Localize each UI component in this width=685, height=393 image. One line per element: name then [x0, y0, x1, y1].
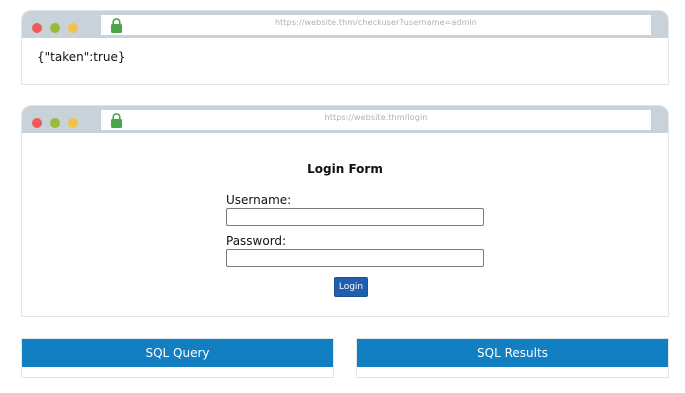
- address-url[interactable]: https://website.thm/checkuser?username=a…: [101, 18, 651, 27]
- minimize-dot-icon[interactable]: [50, 118, 60, 128]
- sql-results-panel: SQL Results: [356, 338, 669, 378]
- browser-title-bar: https://website.thm/checkuser?username=a…: [22, 11, 668, 38]
- address-bar[interactable]: https://website.thm/checkuser?username=a…: [101, 15, 651, 35]
- address-url[interactable]: https://website.thm/login: [101, 113, 651, 122]
- minimize-dot-icon[interactable]: [50, 23, 60, 33]
- address-bar[interactable]: https://website.thm/login: [101, 110, 651, 130]
- sql-query-panel: SQL Query: [21, 338, 334, 378]
- username-label: Username:: [226, 193, 292, 207]
- login-button[interactable]: Login: [334, 277, 368, 297]
- login-form-title: Login Form: [307, 162, 383, 176]
- username-input[interactable]: [226, 208, 484, 226]
- maximize-dot-icon[interactable]: [68, 118, 78, 128]
- password-input[interactable]: [226, 249, 484, 267]
- browser-window-login: https://website.thm/login Login Form Use…: [21, 105, 669, 317]
- sql-query-header: SQL Query: [22, 339, 333, 367]
- close-dot-icon[interactable]: [32, 118, 42, 128]
- maximize-dot-icon[interactable]: [68, 23, 78, 33]
- browser-window-checkuser: https://website.thm/checkuser?username=a…: [21, 10, 669, 85]
- json-response: {"taken":true}: [37, 50, 126, 64]
- password-label: Password:: [226, 234, 287, 248]
- close-dot-icon[interactable]: [32, 23, 42, 33]
- sql-results-header: SQL Results: [357, 339, 668, 367]
- browser-title-bar: https://website.thm/login: [22, 106, 668, 133]
